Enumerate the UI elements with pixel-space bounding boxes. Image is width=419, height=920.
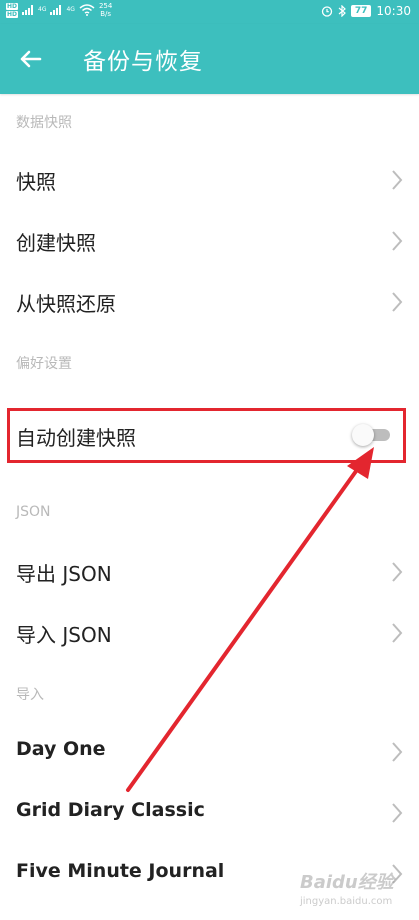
list-item-label: 快照 [16,170,56,194]
list-item-label: 从快照还原 [16,292,116,316]
section-header-preferences: 偏好设置 [16,356,72,372]
chevron-right-icon [392,170,403,190]
chevron-right-icon [392,231,403,251]
network-speed-value: 254 [98,2,113,10]
list-item-day-one[interactable]: Day One [0,722,419,782]
status-left: HD HD 4G 4G 254 B/s [6,2,112,18]
signal-icon [22,5,34,15]
list-item-grid-diary-classic[interactable]: Grid Diary Classic [0,783,419,843]
chevron-right-icon [392,292,403,312]
list-item-restore-snapshot[interactable]: 从快照还原 [0,272,419,332]
toggle-knob [352,424,374,446]
section-header-json: JSON [16,504,51,520]
chevron-right-icon [392,803,403,823]
list-item-label: Five Minute Journal [16,860,225,882]
hd-badges: HD HD [6,2,19,18]
alarm-icon [321,6,333,17]
section-header-import: 导入 [16,687,44,703]
list-item-snapshot[interactable]: 快照 [0,150,419,210]
list-item-label: 创建快照 [16,231,96,255]
list-item-create-snapshot[interactable]: 创建快照 [0,211,419,271]
list-item-label: 导入 JSON [16,623,112,647]
chevron-right-icon [392,562,403,582]
arrow-left-icon [20,50,42,68]
list-item-import-json[interactable]: 导入 JSON [0,603,419,663]
back-button[interactable] [12,44,48,74]
network-speed-unit: B/s [100,10,112,18]
chevron-right-icon [392,742,403,762]
status-time: 10:30 [376,4,411,18]
bluetooth-icon [338,5,346,17]
battery-icon: 77 [350,5,372,17]
hd-badge: HD [6,2,19,10]
signal-label: 4G [38,6,47,13]
list-item-label: 自动创建快照 [16,426,136,450]
watermark-logo: Baidu经验 [300,872,394,893]
status-bar: HD HD 4G 4G 254 B/s 77 10:30 [0,0,419,24]
page-title: 备份与恢复 [83,49,203,75]
list-item-export-json[interactable]: 导出 JSON [0,542,419,602]
list-item-auto-create-snapshot[interactable]: 自动创建快照 [0,406,419,466]
watermark-url: jingyan.baidu.com [300,896,393,907]
network-speed: 254 B/s [99,2,112,18]
chevron-right-icon [392,623,403,643]
status-right: 77 10:30 [321,4,411,18]
hd-badge: HD [6,10,19,18]
list-item-label: Grid Diary Classic [16,799,205,821]
signal-label: 4G [66,6,75,13]
list-item-label: Day One [16,738,106,760]
list-item-label: 导出 JSON [16,562,112,586]
wifi-icon [79,4,95,16]
signal-icon [50,5,62,15]
auto-snapshot-toggle[interactable] [352,424,390,446]
section-header-data-snapshot: 数据快照 [16,115,72,131]
app-bar: 备份与恢复 [0,24,419,94]
